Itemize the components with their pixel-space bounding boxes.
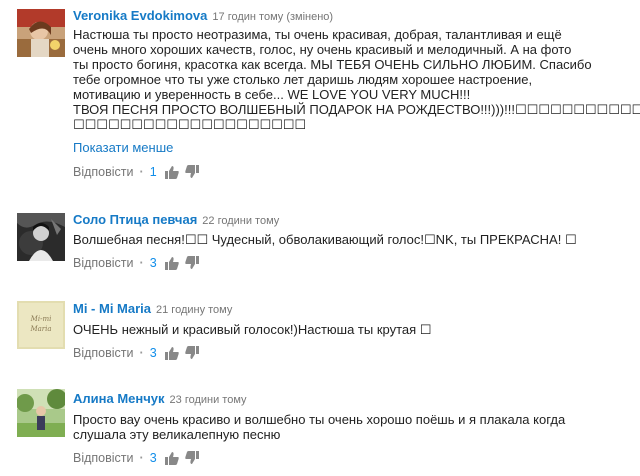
thumbs-up-icon[interactable] [164, 451, 179, 465]
comment-text-line: Просто вау очень красиво и волшебно ты о… [73, 412, 566, 427]
comment-actions: Відповісти · 3 [73, 450, 199, 466]
comment-timestamp[interactable]: 22 години тому [202, 215, 279, 227]
comment-text-line: мотивацию и уверенность в себе... WE LOV… [73, 87, 471, 102]
comment-text: ОЧЕНЬ нежный и красивый голосок!)Настюша… [73, 322, 618, 337]
comment-actions: Відповісти · 3 [73, 255, 199, 271]
avatar[interactable] [17, 9, 65, 57]
like-count: 3 [149, 346, 157, 360]
thumbs-up-icon[interactable] [164, 165, 179, 179]
reply-button[interactable]: Відповісти [73, 451, 134, 465]
separator-dot: · [139, 165, 144, 179]
thumbs-up-icon[interactable] [164, 256, 179, 270]
comment-timestamp[interactable]: 23 години тому [170, 394, 247, 406]
separator-dot: · [139, 451, 144, 465]
comment-actions: Відповісти · 3 [73, 345, 199, 361]
reply-button[interactable]: Відповісти [73, 256, 134, 270]
reply-button[interactable]: Відповісти [73, 165, 134, 179]
thumbs-down-icon[interactable] [184, 256, 199, 270]
comment-text-line: ☐☐☐☐☐☐☐☐☐☐☐☐☐☐☐☐☐☐☐☐ [73, 117, 307, 132]
thumbs-down-icon[interactable] [184, 165, 199, 179]
comment-text: Просто вау очень красиво и волшебно ты о… [73, 412, 618, 442]
thumbs-down-icon[interactable] [184, 346, 199, 360]
like-count: 1 [149, 165, 157, 179]
show-less-link[interactable]: Показати менше [73, 140, 173, 155]
avatar-logo-text: Mi-mi [30, 315, 52, 323]
comment-text-line: очень много хороших качеств, голос, ну о… [73, 42, 572, 57]
comment-text: Волшебная песня!☐☐ Чудесный, обволакиваю… [73, 232, 618, 247]
comment-text-line: тебе огромное что ты уже столько лет дар… [73, 72, 533, 87]
comment-actions: Відповісти · 1 [73, 164, 199, 180]
separator-dot: · [139, 256, 144, 270]
comment-author[interactable]: Veronika Evdokimova [73, 8, 207, 23]
avatar[interactable] [17, 389, 65, 437]
comment-text-line: Волшебная песня!☐☐ Чудесный, обволакиваю… [73, 232, 577, 247]
comment-text-line: ОЧЕНЬ нежный и красивый голосок!)Настюша… [73, 322, 432, 337]
comment-timestamp[interactable]: 21 годину тому [156, 304, 232, 316]
avatar[interactable] [17, 213, 65, 261]
like-count: 3 [149, 451, 157, 465]
comment-text-line: слушала эту великалепную песню [73, 427, 281, 442]
comment-author[interactable]: Соло Птица певчая [73, 212, 197, 227]
comment-text-line: ты просто богиня, красотка как всегда. М… [73, 57, 592, 72]
thumbs-up-icon[interactable] [164, 346, 179, 360]
like-count: 3 [149, 256, 157, 270]
avatar[interactable]: Mi-mi Maria [17, 301, 65, 349]
reply-button[interactable]: Відповісти [73, 346, 134, 360]
separator-dot: · [139, 346, 144, 360]
comment-timestamp[interactable]: 17 годин тому (змінено) [212, 11, 333, 23]
comment-author[interactable]: Алина Менчук [73, 391, 165, 406]
comment-text-line: Настюша ты просто неотразима, ты очень к… [73, 27, 562, 42]
thumbs-down-icon[interactable] [184, 451, 199, 465]
comment-author[interactable]: Mi - Mi Maria [73, 301, 151, 316]
comment-text-line: ТВОЯ ПЕСНЯ ПРОСТО ВОЛШЕБНЫЙ ПОДАРОК НА Р… [73, 102, 640, 117]
avatar-logo-text: Maria [29, 325, 51, 333]
comment-text: Настюша ты просто неотразима, ты очень к… [73, 27, 640, 132]
